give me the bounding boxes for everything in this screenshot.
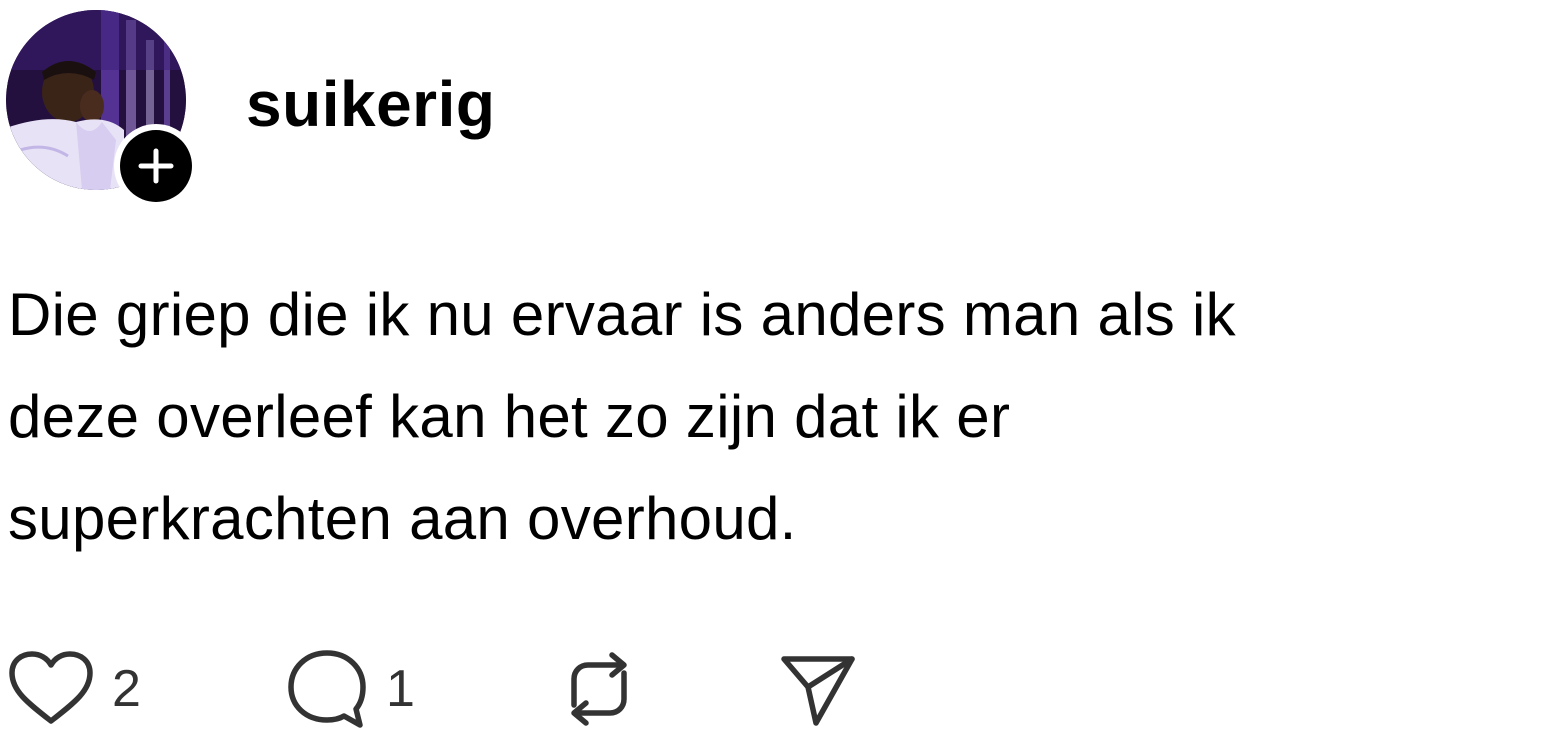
heart-icon <box>9 651 93 724</box>
reply-button[interactable]: 1 <box>286 644 415 734</box>
send-icon <box>781 656 855 726</box>
post-text-line-3: superkrachten aan overhoud. <box>8 485 797 552</box>
repost-button[interactable] <box>558 644 640 734</box>
post-body: Die griep die ik nu ervaar is anders man… <box>8 264 1544 570</box>
like-count: 2 <box>112 660 141 718</box>
share-button[interactable] <box>778 644 858 734</box>
post-text-line-2: deze overleef kan het zo zijn dat ik er <box>8 383 1011 450</box>
comment-icon <box>288 650 366 728</box>
reply-count: 1 <box>386 660 415 718</box>
author-username[interactable]: suikerig <box>246 62 495 146</box>
post-text-line-1: Die griep die ik nu ervaar is anders man… <box>8 281 1236 348</box>
author-avatar-group <box>6 10 198 208</box>
follow-button[interactable] <box>114 124 198 208</box>
like-button[interactable]: 2 <box>8 644 141 734</box>
thread-post: suikerig Die griep die ik nu ervaar is a… <box>0 0 1548 742</box>
repost-icon <box>571 652 627 726</box>
post-actions: 2 1 <box>8 644 1008 734</box>
follow-button-circle <box>120 130 192 202</box>
plus-icon <box>138 148 174 184</box>
